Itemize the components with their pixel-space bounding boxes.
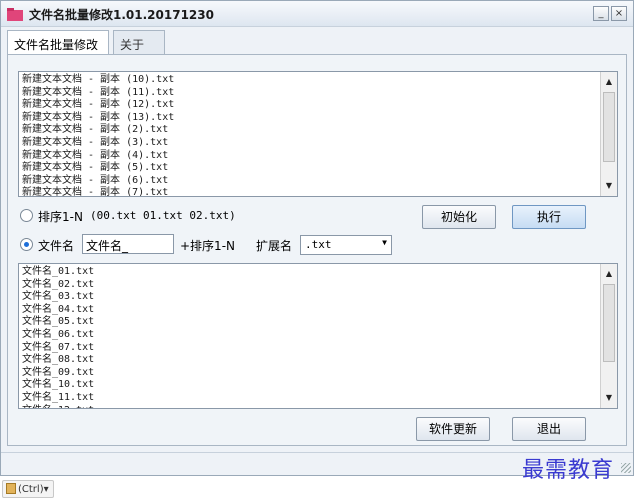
source-scrollbar[interactable]: ▲ ▼ — [600, 72, 617, 196]
list-item[interactable]: 文件名_03.txt — [22, 291, 94, 304]
list-item[interactable]: 新建文本文档 - 副本 (13).txt — [22, 112, 174, 125]
title-bar: 文件名批量修改1.01.20171230 _ × — [1, 1, 633, 27]
extension-label: 扩展名 — [256, 239, 293, 253]
scroll-thumb[interactable] — [603, 92, 615, 162]
list-item[interactable]: 文件名_09.txt — [22, 367, 94, 380]
list-item[interactable]: 新建文本文档 - 副本 (6).txt — [22, 175, 174, 188]
list-item[interactable]: 文件名_11.txt — [22, 392, 94, 405]
filename-radio[interactable] — [20, 238, 33, 251]
sort-example: (00.txt 01.txt 02.txt) — [90, 209, 236, 222]
resize-grip-icon[interactable] — [621, 463, 631, 473]
dropdown-caret-icon: ▼ — [382, 238, 387, 247]
result-file-items: 文件名_01.txt 文件名_02.txt 文件名_03.txt 文件名_04.txt… — [22, 266, 94, 408]
tab-rename[interactable]: 文件名批量修改 — [7, 30, 109, 55]
list-item[interactable]: 文件名_12.txt — [22, 405, 94, 408]
tab-about[interactable]: 关于 — [113, 30, 165, 54]
paste-options-button[interactable]: (Ctrl)▾ — [2, 480, 54, 498]
list-item[interactable]: 文件名_07.txt — [22, 342, 94, 355]
filename-label: 文件名 — [38, 239, 75, 253]
list-item[interactable]: 文件名_02.txt — [22, 279, 94, 292]
scroll-down-icon[interactable]: ▼ — [603, 392, 615, 404]
execute-button[interactable]: 执行 — [512, 205, 586, 229]
list-item[interactable]: 文件名_08.txt — [22, 354, 94, 367]
list-item[interactable]: 文件名_10.txt — [22, 379, 94, 392]
watermark-text: 最需教育 — [522, 458, 615, 483]
filename-input[interactable]: 文件名_ — [82, 234, 174, 254]
list-item[interactable]: 新建文本文档 - 副本 (7).txt — [22, 187, 174, 196]
list-item[interactable]: 新建文本文档 - 副本 (10).txt — [22, 74, 174, 87]
list-item[interactable]: 新建文本文档 - 副本 (11).txt — [22, 87, 174, 100]
scroll-thumb[interactable] — [603, 284, 615, 362]
list-item[interactable]: 新建文本文档 - 副本 (12).txt — [22, 99, 174, 112]
scroll-up-icon[interactable]: ▲ — [603, 76, 615, 88]
extension-select[interactable]: .txt ▼ — [300, 235, 392, 255]
sort-label: 排序1-N — [38, 210, 83, 224]
list-item[interactable]: 新建文本文档 - 副本 (2).txt — [22, 124, 174, 137]
sort-radio[interactable] — [20, 209, 33, 222]
exit-button[interactable]: 退出 — [512, 417, 586, 441]
main-panel: 新建文本文档 - 副本 (10).txt 新建文本文档 - 副本 (11).txt… — [7, 54, 627, 446]
update-button[interactable]: 软件更新 — [416, 417, 490, 441]
scroll-up-icon[interactable]: ▲ — [603, 268, 615, 280]
list-item[interactable]: 新建文本文档 - 副本 (4).txt — [22, 150, 174, 163]
close-icon: × — [614, 8, 624, 19]
paste-chip-label: (Ctrl)▾ — [18, 484, 49, 495]
source-file-items: 新建文本文档 - 副本 (10).txt 新建文本文档 - 副本 (11).txt… — [22, 74, 174, 196]
init-button[interactable]: 初始化 — [422, 205, 496, 229]
result-file-list[interactable]: 文件名_01.txt 文件名_02.txt 文件名_03.txt 文件名_04.txt… — [18, 263, 618, 409]
close-button[interactable]: × — [611, 6, 627, 21]
list-item[interactable]: 文件名_06.txt — [22, 329, 94, 342]
radio-selected-dot — [24, 242, 29, 247]
extension-value: .txt — [305, 238, 332, 251]
minimize-button[interactable]: _ — [593, 6, 609, 21]
paste-icon — [6, 483, 16, 494]
result-scrollbar[interactable]: ▲ ▼ — [600, 264, 617, 408]
list-item[interactable]: 文件名_05.txt — [22, 316, 94, 329]
scroll-down-icon[interactable]: ▼ — [603, 180, 615, 192]
list-item[interactable]: 新建文本文档 - 副本 (3).txt — [22, 137, 174, 150]
app-window: 文件名批量修改1.01.20171230 _ × 文件名批量修改 关于 新建文本… — [0, 0, 634, 476]
app-icon — [7, 8, 23, 21]
list-item[interactable]: 文件名_01.txt — [22, 266, 94, 279]
list-item[interactable]: 新建文本文档 - 副本 (5).txt — [22, 162, 174, 175]
source-file-list[interactable]: 新建文本文档 - 副本 (10).txt 新建文本文档 - 副本 (11).txt… — [18, 71, 618, 197]
window-title: 文件名批量修改1.01.20171230 — [29, 8, 214, 22]
suffix-label: +排序1-N — [180, 239, 235, 253]
list-item[interactable]: 文件名_04.txt — [22, 304, 94, 317]
minimize-icon: _ — [598, 8, 604, 19]
